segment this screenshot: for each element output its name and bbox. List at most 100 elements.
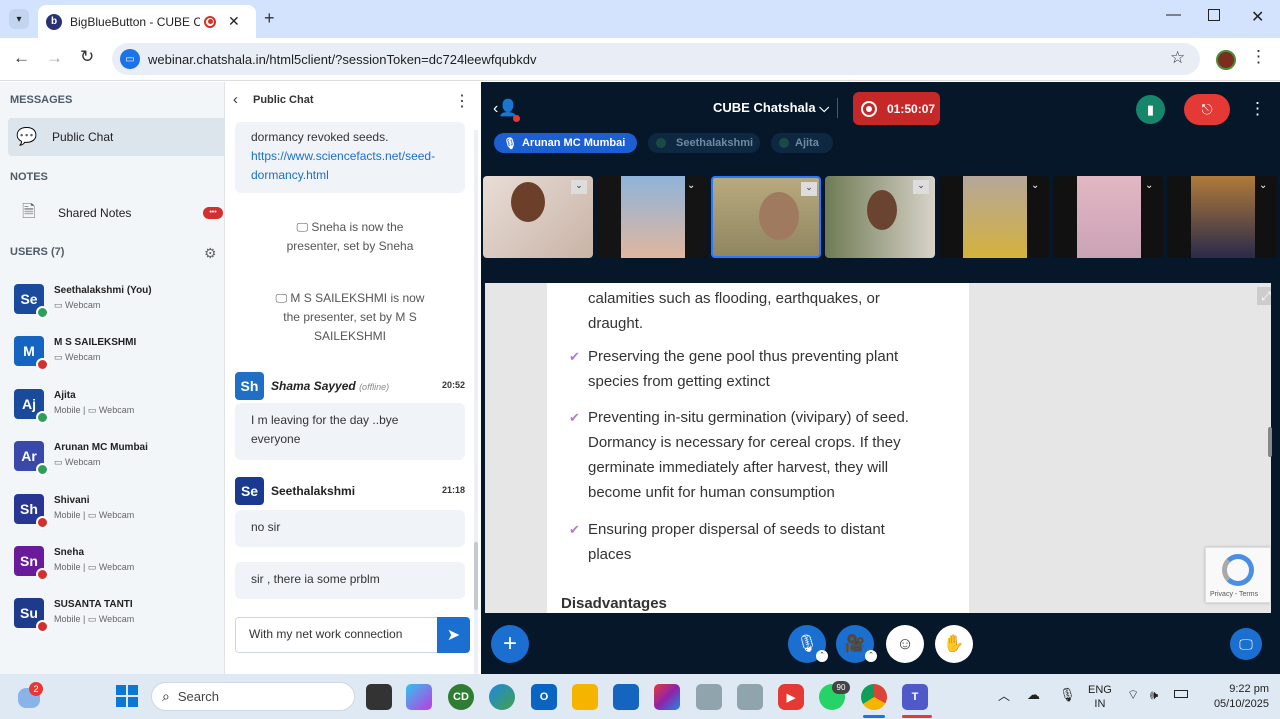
reactions-button[interactable]: ☺ (886, 625, 924, 663)
microphone-in-use-icon[interactable]: 🎙 (1059, 687, 1076, 703)
new-tab-icon[interactable]: + (264, 8, 275, 29)
webcam-video-tile[interactable]: ⌄ (825, 176, 935, 258)
minimize-icon[interactable]: — (1166, 6, 1181, 23)
fullscreen-icon[interactable]: ⤢ (1257, 287, 1271, 305)
language-indicator[interactable]: ENG IN (1088, 683, 1112, 711)
youtube-icon[interactable]: ▶ (778, 684, 804, 710)
tab-search-chevron-icon[interactable]: ▾ (9, 9, 29, 29)
show-hidden-icons-chevron-icon[interactable]: ︿ (998, 687, 1010, 704)
browser-menu-icon[interactable]: ⋮ (1250, 47, 1267, 67)
tile-menu-chevron-icon[interactable]: ⌄ (801, 182, 817, 196)
meeting-options-icon[interactable]: ⋮ (1249, 99, 1266, 119)
wifi-icon[interactable]: ⌔ (1127, 687, 1139, 703)
tile-menu-chevron-icon[interactable]: ⌄ (1145, 180, 1153, 191)
hide-chat-chevron-icon[interactable]: ‹ (233, 91, 238, 108)
edge-browser-icon[interactable] (489, 684, 515, 710)
chat-message-link[interactable]: https://www.sciencefacts.net/seed- (251, 147, 449, 166)
webcam-video-tile[interactable]: ⌄ (939, 176, 1049, 258)
chat-message-input[interactable]: With my net work connection (235, 617, 438, 653)
presentation-scrollbar-thumb[interactable] (1268, 427, 1272, 457)
user-list-item[interactable]: Su SUSANTA TANTI Mobile | ▭ Webcam (0, 592, 225, 644)
battery-icon[interactable] (1174, 690, 1188, 698)
python-file-icon-2[interactable] (737, 684, 763, 710)
restore-presentation-button[interactable]: 🖵 (1230, 628, 1262, 660)
tile-menu-chevron-icon[interactable]: ⌄ (687, 180, 695, 191)
outlook-icon[interactable]: O (531, 684, 557, 710)
user-list-item[interactable]: Sh Shivani Mobile | ▭ Webcam (0, 488, 225, 540)
leave-meeting-button[interactable]: ⎋ (1184, 94, 1230, 125)
chat-scrollbar-thumb[interactable] (474, 542, 478, 610)
user-list-item[interactable]: Se Seethalakshmi (You) ▭ Webcam (0, 278, 225, 330)
forward-icon[interactable]: → (46, 48, 63, 68)
reload-icon[interactable]: ↻ (80, 47, 94, 67)
actions-plus-button[interactable]: + (491, 625, 529, 663)
python-file-icon[interactable] (696, 684, 722, 710)
volume-icon[interactable]: 🕪 (1150, 687, 1158, 703)
talking-indicator[interactable]: Ajita (771, 133, 833, 153)
task-view-icon[interactable] (366, 684, 392, 710)
chat-options-icon[interactable]: ⋮ (454, 91, 470, 111)
windows-start-icon[interactable] (116, 685, 138, 707)
close-window-icon[interactable]: ✕ (1251, 7, 1264, 27)
webcam-video-tile[interactable]: ⌄ (483, 176, 593, 258)
talker-name: Arunan MC Mumbai (521, 137, 626, 149)
tile-menu-chevron-icon[interactable]: ⌄ (1259, 180, 1267, 191)
user-list-item[interactable]: Ar Arunan MC Mumbai ▭ Webcam (0, 435, 225, 487)
browser-tab[interactable]: b BigBlueButton - CUBE Chats ✕ (38, 5, 256, 38)
webcam-video-tile[interactable]: ⌄ (1053, 176, 1163, 258)
user-list-item[interactable]: Sn Sneha Mobile | ▭ Webcam (0, 540, 225, 592)
slide-text-block: calamities such as flooding, earthquakes… (588, 286, 968, 336)
presentation-area[interactable]: calamities such as flooding, earthquakes… (485, 283, 1271, 613)
webcam-video-tile[interactable]: ⌄ (1167, 176, 1277, 258)
chat-message-bubble: dormancy revoked seeds. https://www.scie… (235, 122, 465, 193)
recaptcha-links[interactable]: Privacy - Terms (1210, 591, 1258, 598)
microsoft-365-icon[interactable] (654, 684, 680, 710)
tile-menu-chevron-icon[interactable]: ⌄ (571, 180, 587, 194)
audio-options-chevron-icon[interactable]: ⌃ (816, 650, 828, 662)
site-info-icon[interactable]: ▭ (120, 49, 140, 69)
connection-status-icon[interactable]: ▮ (1136, 95, 1165, 124)
close-tab-icon[interactable]: ✕ (228, 13, 240, 30)
meeting-title[interactable]: CUBE Chatshala ⌵ (713, 100, 829, 116)
recording-button[interactable]: 01:50:07 (853, 92, 940, 125)
talking-indicator-active[interactable]: 🎙 Arunan MC Mumbai (494, 133, 637, 153)
clock[interactable]: 9:22 pm 05/10/2025 (1205, 682, 1269, 712)
slide-line: species from getting extinct (588, 373, 770, 390)
video-options-chevron-icon[interactable]: ⌃ (865, 650, 877, 662)
app-cd-icon[interactable]: CD (448, 684, 474, 710)
recaptcha-badge[interactable]: Privacy - Terms (1205, 547, 1271, 603)
chrome-icon[interactable] (861, 684, 887, 710)
taskbar-search-box[interactable]: ⌕ Search (151, 682, 355, 711)
chat-message-header: Sh Shama Sayyed (offline) 20:52 (235, 372, 465, 400)
webcam-video-tile-active-speaker[interactable]: ⌄ (711, 176, 821, 258)
teams-icon[interactable]: T (902, 684, 928, 710)
weather-badge: 2 (29, 682, 43, 696)
slide-line: Ensuring proper dispersal of seeds to di… (588, 521, 885, 538)
chat-message-link-continued[interactable]: dormancy.html (251, 166, 449, 185)
user-status: Mobile | ▭ Webcam (54, 614, 135, 625)
sidebar-item-shared-notes[interactable]: 🗎 Shared Notes ••• (8, 194, 225, 232)
status-indicator (36, 410, 49, 424)
back-icon[interactable]: ← (13, 48, 30, 68)
microsoft-store-icon[interactable] (613, 684, 639, 710)
talking-indicator[interactable]: Seethalakshmi (648, 133, 760, 153)
user-settings-gear-icon[interactable]: ⚙ (204, 245, 217, 262)
sidebar-item-public-chat[interactable]: 💬 Public Chat (8, 118, 225, 156)
profile-avatar[interactable] (1216, 50, 1236, 70)
user-list-item[interactable]: Aj Ajita Mobile | ▭ Webcam (0, 383, 225, 435)
raise-hand-button[interactable]: ✋ (935, 625, 973, 663)
chat-bubbles-icon: 💬 (16, 127, 38, 146)
send-button[interactable]: ➤ (437, 617, 470, 653)
webcam-video-tile[interactable]: ⌄ (597, 176, 707, 258)
maximize-icon[interactable] (1208, 9, 1220, 21)
user-name: Sneha (54, 547, 85, 558)
tile-menu-chevron-icon[interactable]: ⌄ (1031, 180, 1039, 191)
user-list-item[interactable]: MM S SAILEKSHMI ▭ Webcam (0, 330, 225, 382)
url-bar[interactable]: ▭ webinar.chatshala.in/html5client/?sess… (112, 43, 1200, 75)
tile-menu-chevron-icon[interactable]: ⌄ (913, 180, 929, 194)
copilot-icon[interactable] (406, 684, 432, 710)
onedrive-sync-icon[interactable]: ☁ (1027, 687, 1040, 703)
bookmark-star-icon[interactable]: ☆ (1170, 48, 1185, 68)
file-explorer-icon[interactable] (572, 684, 598, 710)
user-status: ▭ Webcam (54, 457, 101, 468)
